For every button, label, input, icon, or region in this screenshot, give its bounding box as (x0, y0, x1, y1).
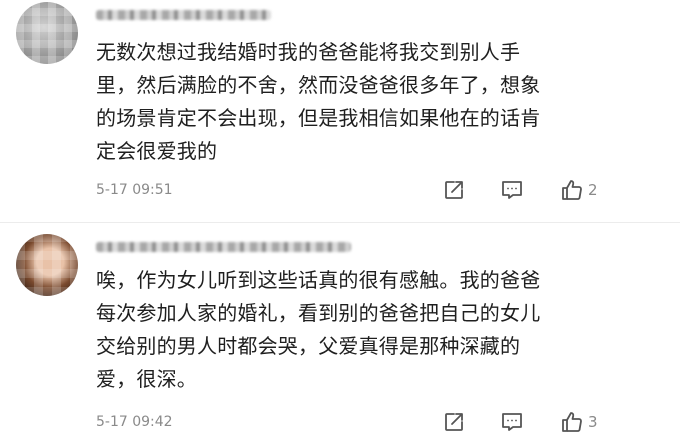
like-count: 2 (588, 181, 598, 199)
comment-item: 唉，作为女儿听到这些话真的很有感触。我的爸爸 每次参加人家的婚礼，看到别的爸爸把… (0, 228, 680, 444)
avatar[interactable] (16, 234, 78, 296)
username-blurred[interactable] (96, 242, 351, 252)
like-icon (562, 412, 582, 432)
comment-text-line: 的场景肯定不会出现，但是我相信如果他在的话肯 (96, 106, 541, 130)
comment-item: 无数次想过我结婚时我的爸爸能将我交到别人手 里，然后满脸的不舍，然而没爸爸很多年… (0, 0, 680, 218)
comment-timestamp: 5-17 09:42 (96, 414, 173, 430)
avatar[interactable] (16, 2, 78, 64)
share-button[interactable] (442, 410, 466, 434)
comment-text-line: 爱，很深。 (96, 367, 197, 391)
comment-text-line: 无数次想过我结婚时我的爸爸能将我交到别人手 (96, 40, 521, 64)
reply-button[interactable] (500, 178, 524, 202)
comment-text-line: 唉，作为女儿听到这些话真的很有感触。我的爸爸 (96, 268, 541, 292)
divider (0, 222, 680, 223)
comment-text-line: 定会很爱我的 (96, 139, 218, 163)
share-icon (445, 181, 463, 199)
like-button[interactable]: 2 (560, 178, 598, 202)
like-icon (562, 180, 582, 200)
comment-text-line: 里，然后满脸的不舍，然而没爸爸很多年了，想象 (96, 73, 541, 97)
comment-text: 唉，作为女儿听到这些话真的很有感触。我的爸爸 每次参加人家的婚礼，看到别的爸爸把… (96, 264, 656, 396)
reply-icon (502, 181, 522, 199)
comment-timestamp: 5-17 09:51 (96, 182, 173, 198)
share-icon (445, 413, 463, 431)
reply-icon (502, 413, 522, 431)
username-blurred[interactable] (96, 10, 271, 20)
comment-text-line: 交给别的男人时都会哭，父爱真得是那种深藏的 (96, 334, 521, 358)
like-count: 3 (588, 413, 598, 431)
reply-button[interactable] (500, 410, 524, 434)
comment-text: 无数次想过我结婚时我的爸爸能将我交到别人手 里，然后满脸的不舍，然而没爸爸很多年… (96, 36, 656, 168)
share-button[interactable] (442, 178, 466, 202)
comment-text-line: 每次参加人家的婚礼，看到别的爸爸把自己的女儿 (96, 301, 541, 325)
like-button[interactable]: 3 (560, 410, 598, 434)
